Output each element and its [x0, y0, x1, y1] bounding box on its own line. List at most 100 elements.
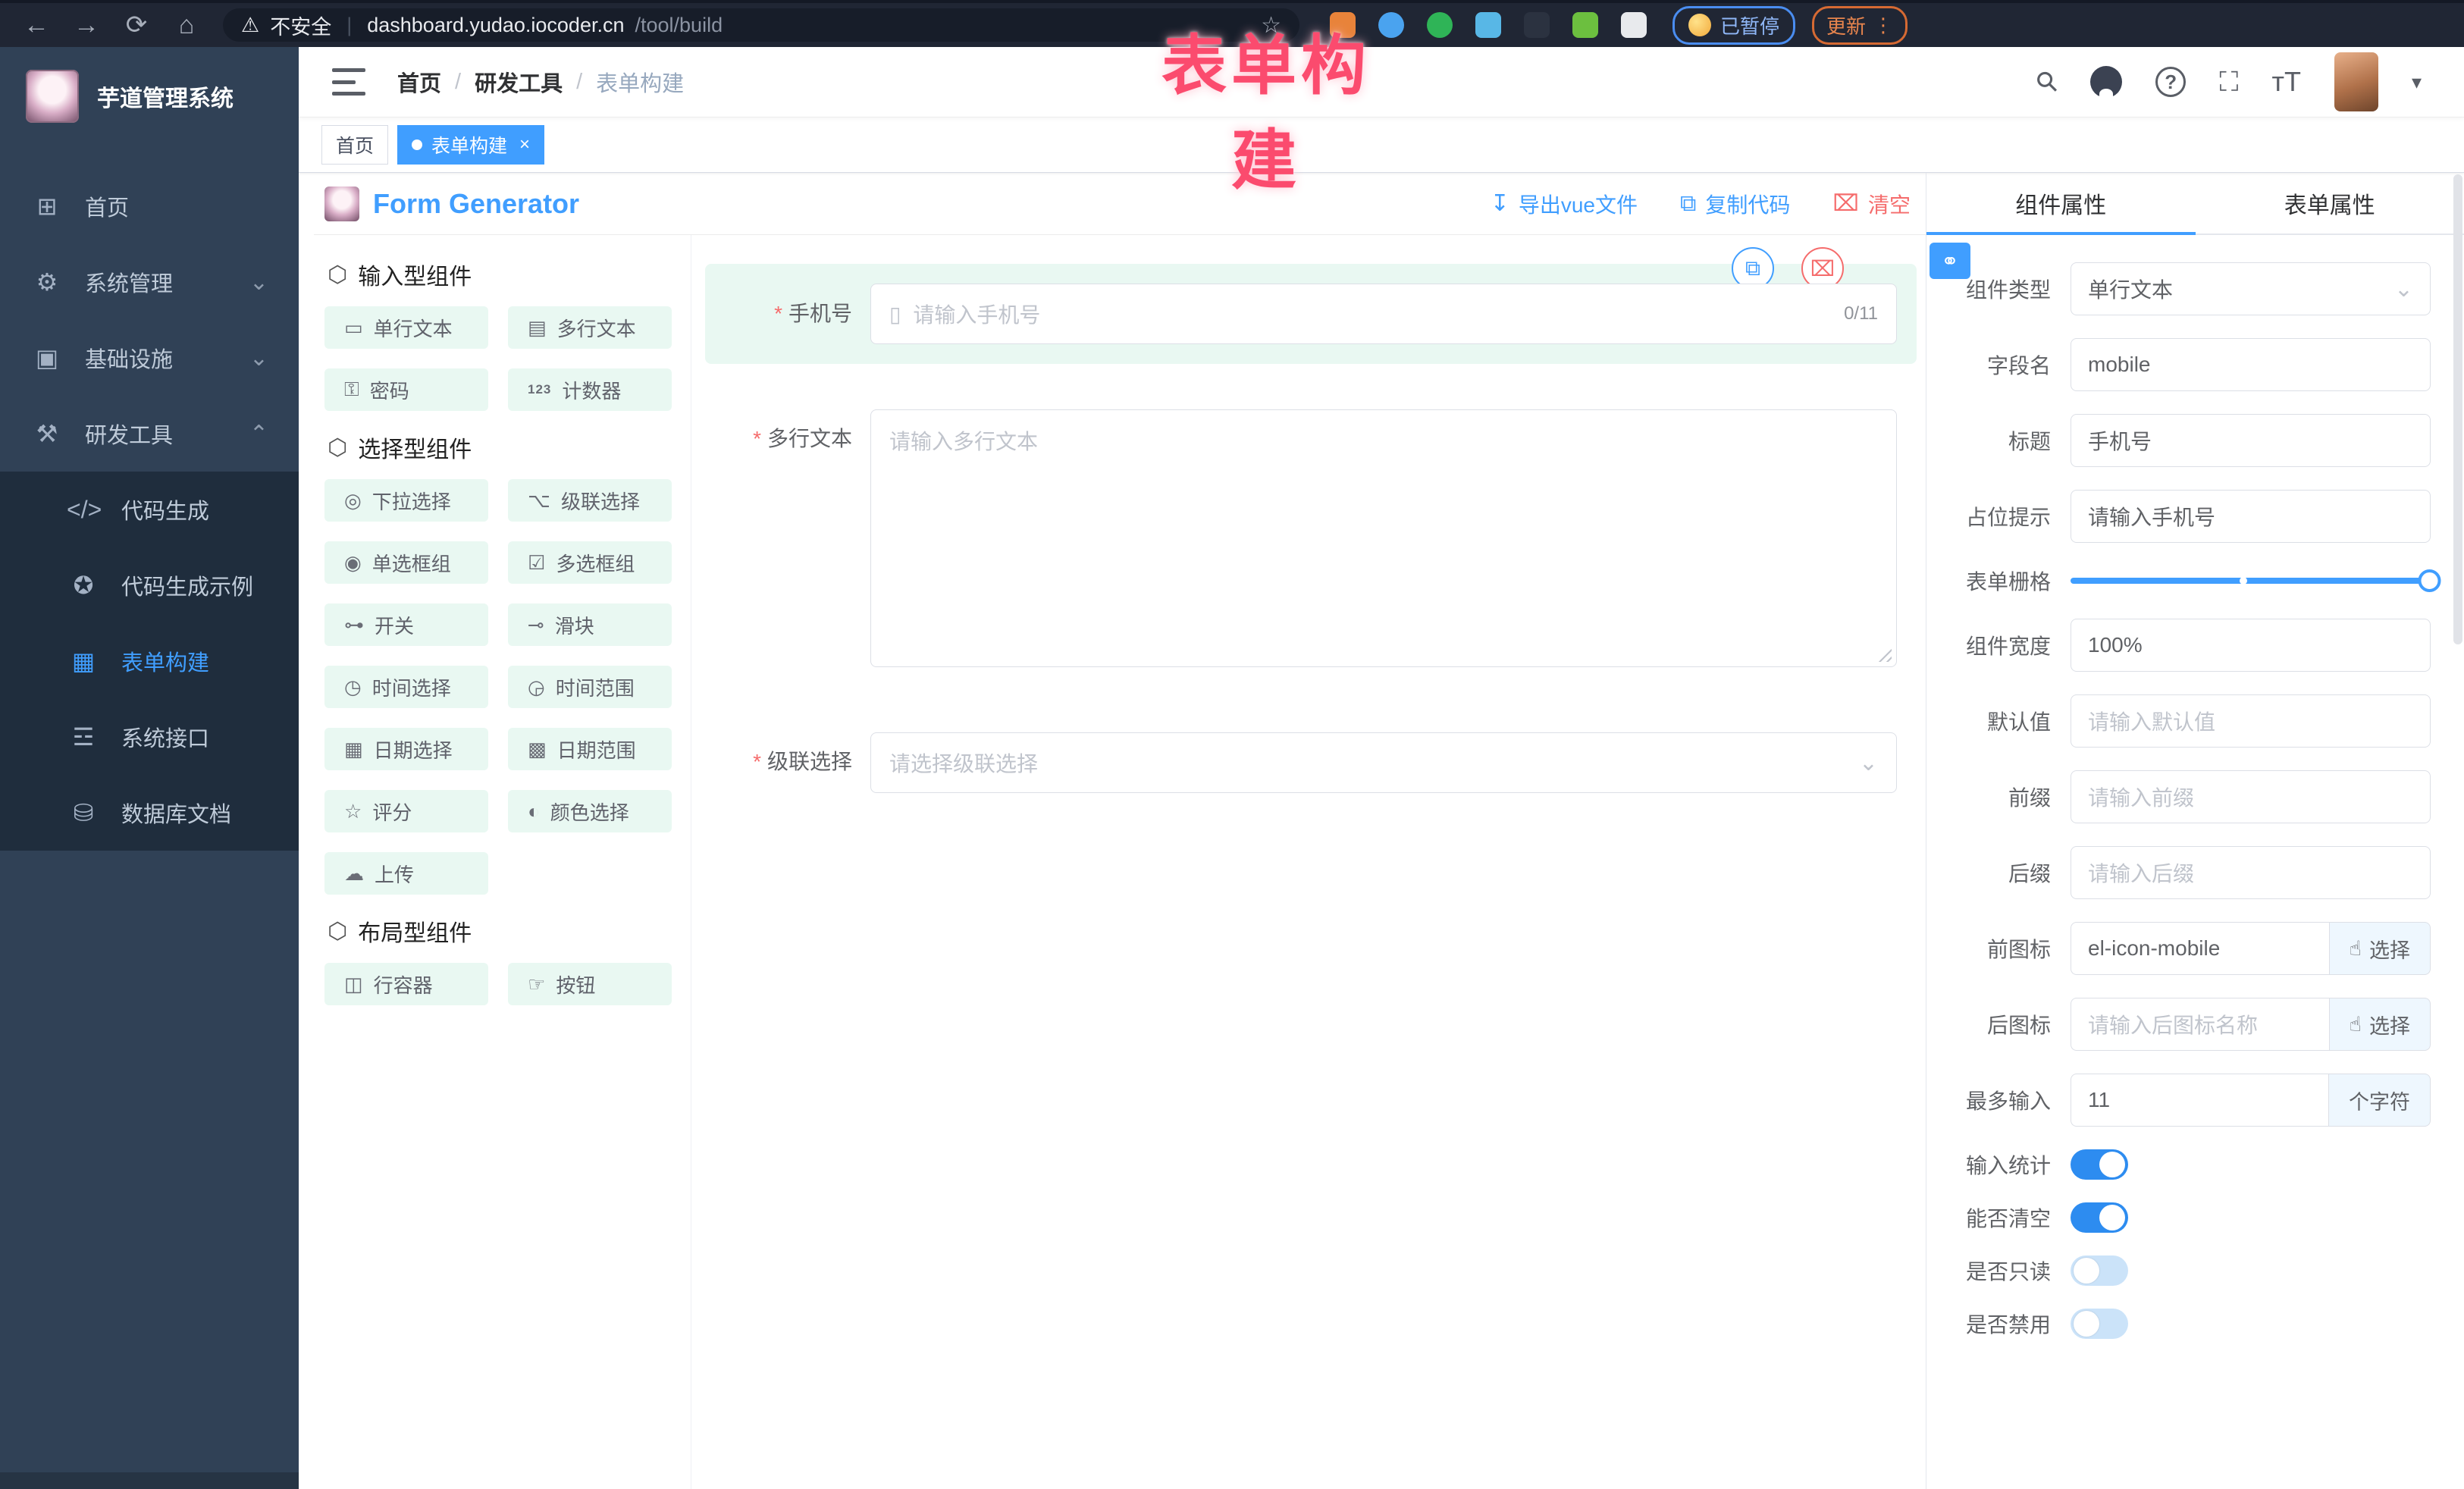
palette-item-color[interactable]: ◐颜色选择: [508, 790, 672, 832]
form-generator-toolbar: Form Generator ↧导出vue文件⧉复制代码⌧清空: [314, 173, 1926, 235]
download-button[interactable]: ↧导出vue文件: [1491, 189, 1638, 219]
property-input[interactable]: el-icon-mobile: [2071, 922, 2329, 975]
palette-item-select[interactable]: ◎下拉选择: [324, 479, 488, 522]
palette-item-label: 时间范围: [556, 673, 635, 701]
search-icon[interactable]: ⚲: [2029, 64, 2065, 100]
pointer-icon: ☝: [2350, 937, 2362, 961]
breadcrumb-item: 表单构建: [596, 66, 684, 98]
paused-extension-badge[interactable]: 已暂停: [1672, 6, 1795, 45]
palette-item-rate[interactable]: ☆评分: [324, 790, 488, 832]
cascader-input[interactable]: 请选择级联选择 ⌄: [870, 732, 1897, 793]
close-icon[interactable]: ×: [519, 134, 530, 155]
toggle-switch[interactable]: [2071, 1202, 2128, 1233]
form-canvas: ⧉ ⌧ *手机号 ▯ 请输入手机号 0/11: [691, 235, 1926, 1489]
tag-active[interactable]: 表单构建 ×: [397, 125, 544, 165]
property-input[interactable]: 请输入默认值: [2071, 694, 2431, 748]
browser-back-icon[interactable]: ←: [21, 11, 52, 40]
palette-item-label: 单选框组: [372, 549, 451, 577]
extension-green-leaf-icon[interactable]: [1572, 12, 1598, 38]
palette-item-row-container[interactable]: ◫行容器: [324, 963, 488, 1005]
palette-item-button[interactable]: ☞按钮: [508, 963, 672, 1005]
property-input[interactable]: 11: [2071, 1074, 2328, 1127]
toggle-switch[interactable]: [2071, 1149, 2128, 1180]
resize-handle[interactable]: [1875, 645, 1892, 662]
palette-item-input[interactable]: ▭单行文本: [324, 306, 488, 349]
tag-item[interactable]: 首页: [321, 125, 388, 165]
textarea-input[interactable]: 请输入多行文本: [870, 409, 1897, 667]
palette-item-time-range[interactable]: ◶时间范围: [508, 666, 672, 708]
palette-item-date[interactable]: ▦日期选择: [324, 728, 488, 770]
canvas-field-cascader[interactable]: *级联选择 请选择级联选择 ⌄: [705, 713, 1917, 813]
user-menu-caret-icon[interactable]: ▾: [2412, 71, 2422, 94]
mobile-input[interactable]: ▯ 请输入手机号 0/11: [870, 284, 1897, 344]
extension-teal-icon[interactable]: [1475, 12, 1501, 38]
toggle-switch[interactable]: [2071, 1309, 2128, 1339]
font-size-icon[interactable]: ᴛT: [2271, 66, 2300, 98]
grid-span-slider[interactable]: [2071, 578, 2431, 584]
sidebar-item-tools[interactable]: ⚒研发工具⌃: [0, 396, 299, 472]
property-input[interactable]: 请输入手机号: [2071, 490, 2431, 543]
inspector-field-control: [2071, 1309, 2431, 1339]
sidebar-subitem-label: 代码生成示例: [121, 569, 253, 601]
property-input[interactable]: 100%: [2071, 619, 2431, 672]
palette-item-radio[interactable]: ◉单选框组: [324, 541, 488, 584]
browser-home-icon[interactable]: ⌂: [171, 11, 202, 40]
github-icon[interactable]: [2090, 66, 2122, 98]
toggle-switch[interactable]: [2071, 1255, 2128, 1286]
browser-reload-icon[interactable]: ⟳: [121, 10, 152, 40]
palette-item-date-range[interactable]: ▩日期范围: [508, 728, 672, 770]
canvas-field-textarea[interactable]: *多行文本 请输入多行文本: [705, 390, 1917, 687]
sidebar-item-label: 基础设施: [85, 342, 173, 374]
canvas-field-mobile[interactable]: ⧉ ⌧ *手机号 ▯ 请输入手机号 0/11: [705, 264, 1917, 364]
textarea-icon: ▤: [528, 316, 547, 340]
palette-item-cascader[interactable]: ⌥级联选择: [508, 479, 672, 522]
sidebar-subitem-database[interactable]: ⛁数据库文档: [0, 775, 299, 851]
icon-select-button[interactable]: ☝选择: [2329, 922, 2431, 975]
user-avatar[interactable]: [2334, 52, 2378, 111]
tag-label: 表单构建: [431, 131, 507, 158]
sidebar-collapse-icon[interactable]: [332, 68, 365, 96]
sidebar-subitem-badge-check[interactable]: ✪代码生成示例: [0, 547, 299, 623]
sidebar-item-gear[interactable]: ⚙系统管理⌄: [0, 244, 299, 320]
property-input[interactable]: 请输入前缀: [2071, 770, 2431, 823]
property-input[interactable]: 手机号: [2071, 414, 2431, 467]
fullscreen-icon[interactable]: ⛶: [2219, 66, 2238, 99]
copy-button[interactable]: ⧉复制代码: [1680, 189, 1790, 219]
property-input[interactable]: mobile: [2071, 338, 2431, 391]
property-input[interactable]: 请输入后缀: [2071, 846, 2431, 899]
extension-green-check-icon[interactable]: [1427, 12, 1453, 38]
sidebar-subitem-form-grid[interactable]: ▦表单构建: [0, 623, 299, 699]
palette-item-counter[interactable]: 123计数器: [508, 368, 672, 411]
palette-item-upload[interactable]: ☁上传: [324, 852, 488, 895]
browser-update-button[interactable]: 更新 ⋮: [1812, 6, 1908, 45]
breadcrumb-item[interactable]: 首页: [397, 66, 441, 98]
property-select[interactable]: 单行文本⌄: [2071, 262, 2431, 315]
property-input[interactable]: 请输入后图标名称: [2071, 998, 2329, 1051]
data-link-button[interactable]: ⚭: [1930, 243, 1970, 279]
slider-handle[interactable]: [2419, 569, 2441, 592]
palette-item-label: 多行文本: [557, 314, 636, 342]
palette-item-time[interactable]: ◷时间选择: [324, 666, 488, 708]
palette-grid: ◫行容器 ☞按钮: [324, 963, 674, 1005]
palette-item-switch[interactable]: ⊶开关: [324, 603, 488, 646]
palette-item-textarea[interactable]: ▤ 多行文本: [508, 306, 672, 349]
palette-item-password[interactable]: ⚿密码: [324, 368, 488, 411]
browser-forward-icon[interactable]: →: [71, 11, 102, 40]
palette-item-checkbox[interactable]: ☑多选框组: [508, 541, 672, 584]
tab-form-props[interactable]: 表单属性: [2196, 173, 2464, 234]
page-scrollbar[interactable]: [2453, 174, 2462, 1463]
help-icon[interactable]: ?: [2155, 67, 2186, 97]
breadcrumb-item[interactable]: 研发工具: [475, 66, 563, 98]
sidebar-item-monitor[interactable]: ▣基础设施⌄: [0, 320, 299, 396]
extension-dark-on-icon[interactable]: [1524, 12, 1550, 38]
sidebar-item-dashboard[interactable]: ⊞首页: [0, 168, 299, 244]
icon-select-button[interactable]: ☝选择: [2329, 998, 2431, 1051]
sidebar-subitem-sliders[interactable]: ☲系统接口: [0, 699, 299, 775]
sidebar-logo-row[interactable]: 芋道管理系统: [0, 47, 299, 146]
sidebar-subitem-code[interactable]: </>代码生成: [0, 472, 299, 547]
trash-button[interactable]: ⌧清空: [1832, 189, 1911, 219]
menu-dots-icon[interactable]: ⋮: [1873, 14, 1893, 37]
tab-component-props[interactable]: 组件属性: [1926, 173, 2196, 234]
extension-puzzle-icon[interactable]: [1621, 12, 1647, 38]
palette-item-slider[interactable]: ⊸滑块: [508, 603, 672, 646]
